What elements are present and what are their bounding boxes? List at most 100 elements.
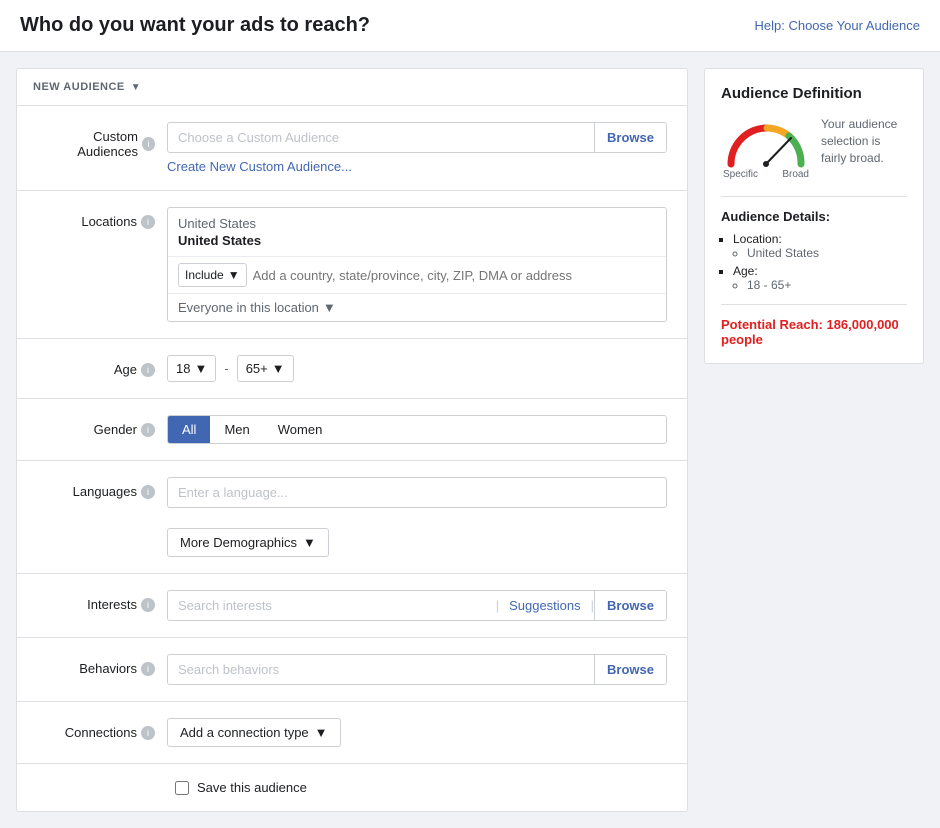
interests-control: | Suggestions | Browse: [167, 590, 667, 621]
potential-reach: Potential Reach: 186,000,000 people: [721, 317, 907, 347]
age-row-controls: 18 ▼ - 65+ ▼: [167, 355, 667, 382]
behaviors-input-group: Browse: [167, 654, 667, 685]
languages-label: Languages i: [37, 477, 167, 499]
connections-info-icon[interactable]: i: [141, 726, 155, 740]
behaviors-control: Browse: [167, 654, 667, 685]
gender-info-icon[interactable]: i: [141, 423, 155, 437]
everyone-select[interactable]: Everyone in this location ▼: [178, 300, 336, 315]
create-custom-audience-link[interactable]: Create New Custom Audience...: [167, 159, 667, 174]
main-panel: NEW AUDIENCE ▼ Custom Audiences i Browse: [16, 68, 688, 812]
add-connection-type-button[interactable]: Add a connection type ▼: [167, 718, 341, 747]
custom-audiences-label: Custom Audiences i: [37, 122, 167, 159]
custom-audiences-input[interactable]: [168, 123, 594, 152]
audience-section-header: NEW AUDIENCE ▼: [17, 69, 687, 106]
page-wrapper: Who do you want your ads to reach? Help:…: [0, 0, 940, 828]
locations-control: United States United States Include ▼: [167, 207, 667, 322]
age-from-dropdown-icon: ▼: [194, 361, 207, 376]
age-to-select[interactable]: 65+ ▼: [237, 355, 294, 382]
age-to-dropdown-icon: ▼: [272, 361, 285, 376]
new-audience-label: NEW AUDIENCE: [33, 81, 125, 93]
age-dash: -: [224, 361, 228, 376]
gender-section: Gender i All Men Women: [17, 399, 687, 461]
age-info-icon[interactable]: i: [141, 363, 155, 377]
location-footer: Everyone in this location ▼: [168, 294, 666, 321]
gender-control: All Men Women: [167, 415, 667, 444]
divider: [721, 196, 907, 197]
gender-row: Gender i All Men Women: [37, 415, 667, 444]
right-panel: Audience Definition: [704, 68, 924, 812]
gauge-container: Specific Broad Your audience selection i…: [721, 116, 907, 180]
include-dropdown-icon: ▼: [228, 268, 240, 282]
content-area: NEW AUDIENCE ▼ Custom Audiences i Browse: [0, 52, 940, 828]
more-demographics-dropdown-icon: ▼: [303, 535, 316, 550]
age-from-select[interactable]: 18 ▼: [167, 355, 216, 382]
save-audience-row: Save this audience: [17, 764, 687, 811]
interests-info-icon[interactable]: i: [141, 598, 155, 612]
behaviors-input[interactable]: [168, 655, 594, 684]
interests-section: Interests i | Suggestions | Browse: [17, 574, 687, 638]
languages-section: Languages i More Demographics ▼: [17, 461, 687, 574]
location-item-bold: United States: [178, 233, 656, 248]
gender-men-button[interactable]: Men: [210, 416, 263, 443]
location-value: United States: [747, 246, 907, 260]
audience-definition-title: Audience Definition: [721, 85, 907, 102]
custom-audiences-browse-button[interactable]: Browse: [594, 123, 666, 152]
age-detail: Age: 18 - 65+: [733, 264, 907, 292]
gender-label: Gender i: [37, 415, 167, 437]
connections-row: Connections i Add a connection type ▼: [37, 718, 667, 747]
age-label: Age i: [37, 355, 167, 377]
custom-audiences-section: Custom Audiences i Browse Create New Cus…: [17, 106, 687, 191]
connections-control: Add a connection type ▼: [167, 718, 667, 747]
locations-info-icon[interactable]: i: [141, 215, 155, 229]
gauge-description: Your audience selection is fairly broad.: [821, 116, 907, 166]
behaviors-browse-button[interactable]: Browse: [594, 655, 666, 684]
specific-label: Specific: [723, 169, 758, 180]
more-demographics-button[interactable]: More Demographics ▼: [167, 528, 329, 557]
interests-browse-button[interactable]: Browse: [594, 591, 666, 620]
gender-women-button[interactable]: Women: [264, 416, 337, 443]
audience-definition-panel: Audience Definition: [704, 68, 924, 364]
languages-control: [167, 477, 667, 508]
include-select[interactable]: Include ▼: [178, 263, 247, 287]
custom-audiences-input-group: Browse: [167, 122, 667, 153]
gender-all-button[interactable]: All: [168, 416, 210, 443]
gender-button-group: All Men Women: [167, 415, 667, 444]
connections-label: Connections i: [37, 718, 167, 740]
location-item-plain: United States: [178, 216, 656, 231]
behaviors-label: Behaviors i: [37, 654, 167, 676]
interests-suggestions-button[interactable]: Suggestions: [499, 591, 591, 620]
gauge-visual: Specific Broad: [721, 116, 811, 180]
custom-audiences-row: Custom Audiences i Browse Create New Cus…: [37, 122, 667, 174]
location-selected-area: United States United States: [168, 208, 666, 257]
interests-input-group: | Suggestions | Browse: [167, 590, 667, 621]
locations-label: Locations i: [37, 207, 167, 229]
custom-audiences-info-icon[interactable]: i: [142, 137, 155, 151]
age-section: Age i 18 ▼ - 65+ ▼: [17, 339, 687, 399]
age-value: 18 - 65+: [747, 278, 907, 292]
custom-audiences-control: Browse Create New Custom Audience...: [167, 122, 667, 174]
new-audience-dropdown-icon[interactable]: ▼: [131, 82, 141, 93]
save-audience-checkbox[interactable]: [175, 781, 189, 795]
languages-info-icon[interactable]: i: [141, 485, 155, 499]
save-audience-label: Save this audience: [197, 780, 307, 795]
connections-dropdown-icon: ▼: [315, 725, 328, 740]
location-search-input[interactable]: [253, 268, 656, 283]
interests-input[interactable]: [168, 591, 496, 620]
connections-section: Connections i Add a connection type ▼: [17, 702, 687, 764]
help-link[interactable]: Help: Choose Your Audience: [754, 18, 920, 33]
page-header: Who do you want your ads to reach? Help:…: [0, 0, 940, 52]
location-sub-list: United States: [733, 246, 907, 260]
age-sub-list: 18 - 65+: [733, 278, 907, 292]
interests-label: Interests i: [37, 590, 167, 612]
age-row: Age i 18 ▼ - 65+ ▼: [37, 355, 667, 382]
location-box: United States United States Include ▼: [167, 207, 667, 322]
behaviors-row: Behaviors i Browse: [37, 654, 667, 685]
location-detail: Location: United States: [733, 232, 907, 260]
audience-details-list: Location: United States Age: 18 - 65+: [721, 232, 907, 292]
behaviors-section: Behaviors i Browse: [17, 638, 687, 702]
more-demographics-row: More Demographics ▼: [37, 518, 667, 557]
languages-input[interactable]: [167, 477, 667, 508]
reach-divider: [721, 304, 907, 305]
languages-row: Languages i: [37, 477, 667, 508]
behaviors-info-icon[interactable]: i: [141, 662, 155, 676]
